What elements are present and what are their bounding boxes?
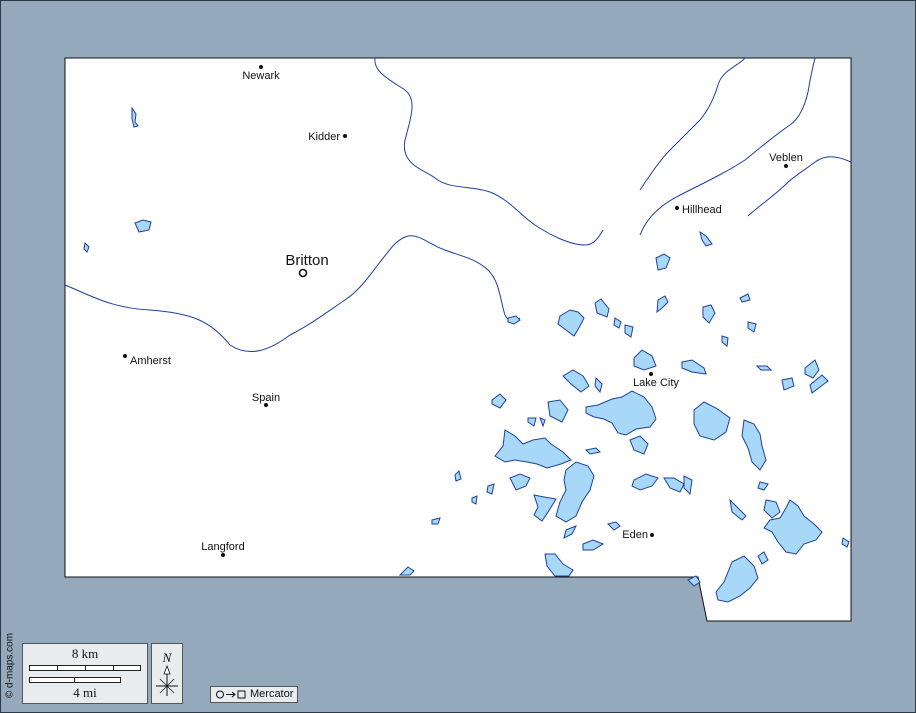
projection-panel: Mercator	[210, 686, 298, 703]
city-label-amherst: Amherst	[130, 355, 171, 367]
scale-bar-panel: 8 km 4 mi	[22, 643, 148, 704]
city-label-langford: Langford	[201, 541, 244, 553]
capital-label-britton: Britton	[285, 252, 328, 269]
city-dot	[675, 206, 679, 210]
city-label-spain: Spain	[252, 392, 280, 404]
capital-marker-icon	[298, 268, 308, 278]
scale-metric-label: 8 km	[71, 646, 99, 661]
map-canvas: Newark Kidder Veblen Hillhead Amherst Sp…	[64, 57, 852, 622]
city-dot	[649, 372, 653, 376]
north-arrow-panel: N	[151, 643, 183, 704]
north-label: N	[162, 650, 173, 665]
scale-imperial-label: 4 mi	[73, 685, 97, 700]
city-label-hillhead: Hillhead	[682, 204, 722, 216]
city-label-veblen: Veblen	[769, 152, 803, 164]
city-dot	[784, 164, 788, 168]
scale-imperial-bar	[29, 677, 121, 683]
projection-label: Mercator	[250, 688, 294, 700]
city-dot	[123, 354, 127, 358]
lake	[471, 495, 478, 505]
city-label-lake-city: Lake City	[633, 377, 679, 389]
city-dot	[343, 134, 347, 138]
city-label-eden: Eden	[622, 529, 648, 541]
scale-metric-bar	[29, 665, 141, 671]
circle-to-square-icon	[214, 687, 250, 707]
county-boundary	[64, 57, 852, 622]
credit-text: © d-maps.com	[4, 632, 16, 699]
city-label-newark: Newark	[242, 70, 280, 82]
city-dot	[221, 553, 225, 557]
city-dot	[259, 65, 263, 69]
compass-rose-icon: N	[156, 650, 178, 696]
city-dot	[650, 533, 654, 537]
city-label-kidder: Kidder	[308, 131, 340, 143]
